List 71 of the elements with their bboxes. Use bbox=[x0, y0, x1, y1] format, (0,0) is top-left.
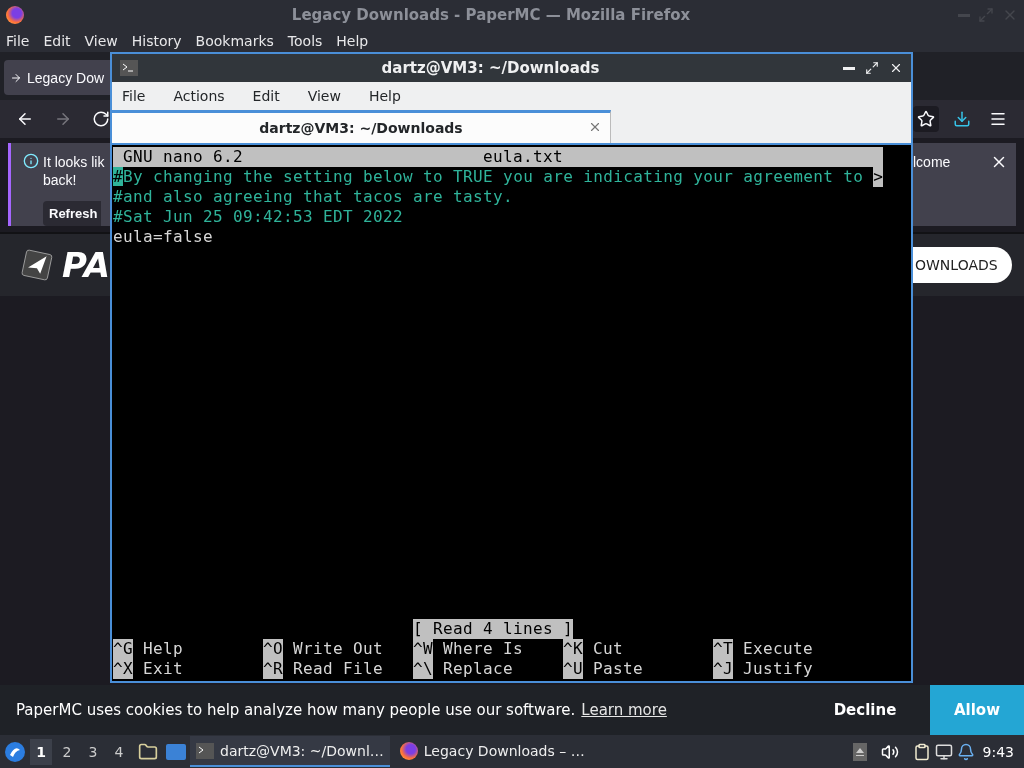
menu-item[interactable]: File bbox=[6, 33, 30, 49]
close-icon bbox=[889, 61, 903, 75]
show-desktop-icon[interactable] bbox=[166, 743, 186, 760]
status-message: [ Read 4 lines ] bbox=[413, 619, 574, 639]
clock: 9:43 bbox=[982, 743, 1014, 760]
menu-item[interactable]: Tools bbox=[287, 33, 323, 49]
menu-item[interactable]: History bbox=[131, 33, 182, 49]
taskbar-task[interactable]: dartz@VM3: ~/Downl… bbox=[190, 736, 390, 767]
window-title: dartz@VM3: ~/Downloads bbox=[380, 59, 601, 77]
notification-text: It looks lik back! bbox=[43, 153, 105, 189]
shortcut-hint: ^O Write Out bbox=[263, 639, 385, 659]
downloads-button[interactable]: OWNLOADS bbox=[913, 247, 1012, 283]
workspace-button[interactable]: 4 bbox=[108, 738, 130, 765]
terminal-tab[interactable]: dartz@VM3: ~/Downloads bbox=[112, 110, 611, 143]
shortcut-hint: ^G Help bbox=[113, 639, 185, 659]
firefox-logo-icon bbox=[399, 741, 418, 760]
menu-item[interactable]: Help bbox=[336, 33, 369, 49]
file-line: #Sat Jun 25 09:42:53 EDT 2022 bbox=[113, 207, 404, 227]
window-title: Legacy Downloads - PaperMC — Mozilla Firefox bbox=[290, 6, 692, 24]
maximize-icon bbox=[978, 7, 994, 23]
menu-icon bbox=[989, 110, 1007, 128]
notification-text: lcome bbox=[913, 153, 951, 171]
shortcut-hint: ^T Execute bbox=[713, 639, 815, 659]
star-icon bbox=[917, 110, 935, 128]
bookmark-star-button[interactable] bbox=[913, 106, 939, 132]
workspace-button[interactable]: 1 bbox=[30, 738, 52, 765]
menu-item[interactable]: Edit bbox=[252, 88, 280, 104]
menu-item[interactable]: Edit bbox=[43, 33, 71, 49]
terminal-icon bbox=[120, 60, 138, 76]
close-tab-icon[interactable] bbox=[588, 120, 602, 134]
learn-more-link[interactable]: Learn more bbox=[581, 701, 818, 719]
overflow-mark: > bbox=[873, 167, 884, 187]
menu-item[interactable]: Bookmarks bbox=[195, 33, 274, 49]
file-line: #and also agreeing that tacos are tasty. bbox=[113, 187, 514, 207]
shortcut-hint: ^R Read File bbox=[263, 659, 385, 679]
taskbar-task[interactable]: Legacy Downloads – … bbox=[393, 736, 591, 767]
maximize-icon bbox=[865, 61, 879, 75]
refresh-button[interactable]: Refresh bbox=[43, 201, 102, 226]
reload-icon bbox=[92, 110, 110, 128]
workspace-button[interactable]: 3 bbox=[82, 738, 104, 765]
menu-item[interactable]: File bbox=[122, 88, 146, 104]
notification-icon bbox=[956, 742, 975, 761]
eject-icon[interactable] bbox=[852, 742, 867, 761]
volume-icon bbox=[880, 742, 899, 761]
nano-title-bar: GNU nano 6.2 eula.txt bbox=[113, 147, 883, 167]
file-line: #By changing the setting below to TRUE you are indicating your agreement to bbox=[113, 167, 864, 187]
shortcut-hint: ^U Paste bbox=[563, 659, 645, 679]
start-menu-icon[interactable] bbox=[4, 740, 26, 763]
forward-arrow-icon bbox=[54, 110, 72, 128]
shortcut-hint: ^W Where Is bbox=[413, 639, 525, 659]
info-icon bbox=[23, 153, 39, 169]
workspace-button[interactable]: 2 bbox=[56, 738, 78, 765]
shortcut-hint: ^K Cut bbox=[563, 639, 625, 659]
browser-tab[interactable]: Legacy Dow bbox=[4, 60, 110, 95]
menu-item[interactable]: Actions bbox=[173, 88, 225, 104]
file-manager-icon bbox=[138, 741, 158, 762]
terminal-icon bbox=[196, 742, 214, 759]
minimize-icon[interactable] bbox=[843, 66, 855, 70]
cookie-notice-text: PaperMC uses cookies to help analyze how many people use our software. bbox=[16, 701, 576, 719]
menu-item[interactable]: Help bbox=[368, 88, 401, 104]
site-logo-text: PA bbox=[61, 245, 110, 285]
decline-button[interactable]: Decline bbox=[818, 685, 912, 735]
download-icon bbox=[953, 110, 971, 128]
menu-item[interactable]: View bbox=[84, 33, 118, 49]
shortcut-hint: ^X Exit bbox=[113, 659, 185, 679]
firefox-logo-icon bbox=[6, 6, 24, 24]
menu-item[interactable]: View bbox=[307, 88, 341, 104]
clipboard-icon bbox=[912, 742, 931, 761]
file-line: eula=false bbox=[113, 227, 214, 247]
shortcut-hint: ^\ Replace bbox=[413, 659, 515, 679]
shortcut-hint: ^J Justify bbox=[713, 659, 815, 679]
